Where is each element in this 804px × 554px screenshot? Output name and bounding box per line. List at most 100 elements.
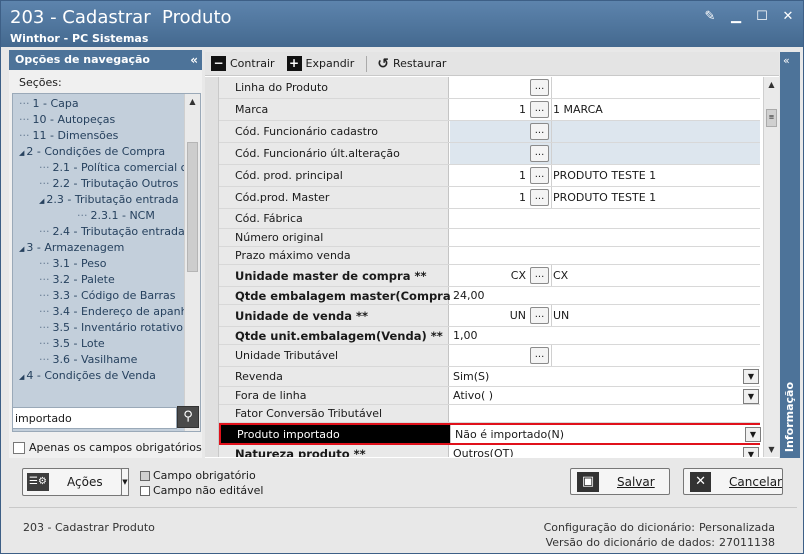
grid-row[interactable]: Marca 1... 1 MARCA: [219, 99, 760, 121]
lookup-ellipsis-button[interactable]: ...: [530, 145, 549, 162]
grid-row[interactable]: Revenda Sim(S) ▼: [219, 367, 760, 387]
minimize-button[interactable]: ▁: [727, 9, 745, 25]
field-value[interactable]: [450, 247, 760, 264]
maximize-button[interactable]: ☐: [753, 9, 771, 25]
field-value[interactable]: [450, 229, 760, 246]
tree-scrollbar[interactable]: ▲ ▼: [184, 94, 200, 431]
lookup-ellipsis-button[interactable]: ...: [530, 307, 549, 324]
actions-button[interactable]: ☰⚙ Ações: [22, 468, 122, 496]
field-value[interactable]: 1... PRODUTO TESTE 1: [450, 165, 760, 186]
dropdown-arrow-icon[interactable]: ▼: [745, 427, 761, 442]
scroll-thumb[interactable]: [187, 142, 198, 272]
lookup-code-input[interactable]: [450, 121, 528, 142]
lookup-code-input[interactable]: 1: [450, 165, 528, 186]
field-value[interactable]: UN... UN: [450, 305, 760, 326]
grid-scrollbar[interactable]: ▲ ≡ ▼: [763, 77, 779, 457]
field-value[interactable]: Outros(OT) ▼: [450, 445, 760, 457]
grid-row[interactable]: Cód. Funcionário últ.alteração...: [219, 143, 760, 165]
field-value[interactable]: [450, 209, 760, 228]
edit-window-icon[interactable]: ✎: [701, 9, 719, 25]
actions-dropdown-arrow-icon[interactable]: ▼: [121, 468, 129, 496]
grid-row[interactable]: Qtde embalagem master(Compra) ** 24,00: [219, 287, 760, 305]
tree-item[interactable]: ◢ 4 - Condições de Venda: [13, 368, 185, 384]
required-only-checkbox[interactable]: [13, 441, 25, 454]
grid-row[interactable]: Prazo máximo venda: [219, 247, 760, 265]
field-value[interactable]: [450, 405, 760, 422]
dropdown-value[interactable]: Ativo( ): [453, 387, 493, 404]
field-value[interactable]: Ativo( ) ▼: [450, 387, 760, 404]
expand-all-button[interactable]: + Expandir: [286, 56, 354, 71]
lookup-code-input[interactable]: [450, 77, 528, 98]
dropdown-arrow-icon[interactable]: ▼: [743, 447, 759, 457]
tree-item[interactable]: ◢ 2 - Condições de Compra: [13, 144, 185, 160]
grid-row[interactable]: Cód. prod. principal 1... PRODUTO TESTE 1: [219, 165, 760, 187]
tree-item[interactable]: ··· 2.2 - Tributação Outros: [13, 176, 185, 192]
lookup-code-input[interactable]: [450, 143, 528, 164]
grid-row[interactable]: Fator Conversão Tributável: [219, 405, 760, 423]
section-search-input[interactable]: importado: [12, 407, 177, 429]
scroll-up-arrow-icon[interactable]: ▲: [185, 94, 200, 109]
tree-item[interactable]: ··· 1 - Capa: [13, 96, 185, 112]
grid-row[interactable]: Qtde unit.embalagem(Venda) ** 1,00: [219, 327, 760, 345]
grid-row[interactable]: Unidade de venda ** UN... UN: [219, 305, 760, 327]
search-button[interactable]: ⚲: [177, 406, 199, 428]
lookup-ellipsis-button[interactable]: ...: [530, 101, 549, 118]
lookup-ellipsis-button[interactable]: ...: [530, 267, 549, 284]
lookup-ellipsis-button[interactable]: ...: [530, 167, 549, 184]
tree-item[interactable]: ··· 2.4 - Tributação entrada In: [13, 224, 185, 240]
close-button[interactable]: ✕: [779, 9, 797, 25]
field-value[interactable]: ...: [450, 77, 760, 98]
grid-row[interactable]: Unidade Tributável...: [219, 345, 760, 367]
grid-row-selected[interactable]: Produto importado Não é importado(N) ▼: [219, 423, 762, 445]
tree-item[interactable]: ··· 3.5 - Lote: [13, 336, 185, 352]
field-value[interactable]: 1... 1 MARCA: [450, 99, 760, 120]
lookup-code-input[interactable]: UN: [450, 305, 528, 326]
dropdown-value[interactable]: Sim(S): [453, 367, 489, 386]
lookup-ellipsis-button[interactable]: ...: [530, 79, 549, 96]
text-value[interactable]: 24,00: [453, 287, 485, 304]
tree-item[interactable]: ··· 2.3.1 - NCM: [13, 208, 185, 224]
grid-row[interactable]: Número original: [219, 229, 760, 247]
tree-item[interactable]: ◢ 3 - Armazenagem: [13, 240, 185, 256]
tree-item[interactable]: ··· 3.5 - Inventário rotativo: [13, 320, 185, 336]
tree-item[interactable]: ◢ 2.3 - Tributação entrada: [13, 192, 185, 208]
field-value[interactable]: CX... CX: [450, 265, 760, 286]
tree-expander-icon[interactable]: ◢: [19, 373, 24, 381]
grid-row[interactable]: Unidade master de compra ** CX... CX: [219, 265, 760, 287]
grid-row[interactable]: Cód.prod. Master 1... PRODUTO TESTE 1: [219, 187, 760, 209]
dropdown-value[interactable]: Não é importado(N): [455, 425, 564, 443]
dropdown-value[interactable]: Outros(OT): [453, 445, 514, 457]
grid-scroll-up-icon[interactable]: ▲: [764, 77, 779, 92]
save-button[interactable]: ▣ Salvar: [570, 468, 670, 495]
text-value[interactable]: 1,00: [453, 327, 478, 344]
field-value[interactable]: ...: [450, 143, 760, 164]
grid-row[interactable]: Fora de linha Ativo( ) ▼: [219, 387, 760, 405]
tree-item[interactable]: ··· 3.1 - Peso: [13, 256, 185, 272]
required-only-checkbox-row[interactable]: Apenas os campos obrigatórios: [13, 441, 202, 454]
field-value[interactable]: 1... PRODUTO TESTE 1: [450, 187, 760, 208]
tree-expander-icon[interactable]: ◢: [19, 149, 24, 157]
grid-scroll-thumb[interactable]: ≡: [766, 109, 777, 127]
lookup-code-input[interactable]: 1: [450, 187, 528, 208]
tree-item[interactable]: ··· 11 - Dimensões: [13, 128, 185, 144]
grid-row[interactable]: Linha do Produto...: [219, 77, 760, 99]
grid-row[interactable]: Natureza produto ** Outros(OT) ▼: [219, 445, 760, 457]
lookup-code-input[interactable]: [450, 345, 528, 366]
lookup-code-input[interactable]: CX: [450, 265, 528, 286]
collapse-info-icon[interactable]: «: [783, 54, 790, 67]
dropdown-arrow-icon[interactable]: ▼: [743, 369, 759, 384]
tree-item[interactable]: ··· 3.2 - Palete: [13, 272, 185, 288]
lookup-code-input[interactable]: 1: [450, 99, 528, 120]
lookup-ellipsis-button[interactable]: ...: [530, 347, 549, 364]
tree-expander-icon[interactable]: ◢: [19, 245, 24, 253]
tree-item[interactable]: ··· 3.6 - Vasilhame: [13, 352, 185, 368]
restore-button[interactable]: ↺ Restaurar: [377, 56, 446, 72]
field-value[interactable]: Não é importado(N) ▼: [452, 425, 762, 443]
dropdown-arrow-icon[interactable]: ▼: [743, 389, 759, 404]
info-panel[interactable]: « Informação: [780, 52, 800, 458]
grid-row[interactable]: Cód. Funcionário cadastro...: [219, 121, 760, 143]
tree-item[interactable]: ··· 10 - Autopeças: [13, 112, 185, 128]
tree-item[interactable]: ··· 3.4 - Endereço de apanha: [13, 304, 185, 320]
collapse-all-button[interactable]: − Contrair: [211, 56, 275, 71]
collapse-nav-icon[interactable]: «: [190, 50, 198, 70]
